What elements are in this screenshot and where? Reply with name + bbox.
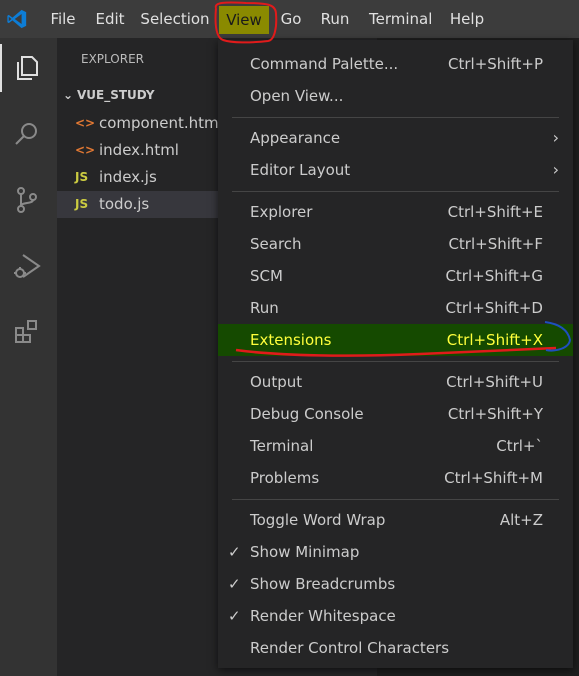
menu-item-command-palette[interactable]: Command Palette... Ctrl+Shift+P [218, 48, 573, 80]
menu-item-label: Search [250, 235, 302, 253]
menu-item-shortcut: Alt+Z [499, 511, 543, 529]
html-file-icon: <> [75, 143, 96, 157]
js-file-icon: JS [75, 170, 89, 184]
menu-item-label: Extensions [250, 331, 332, 349]
menu-item-shortcut: Ctrl+` [496, 437, 543, 455]
menu-separator [232, 499, 559, 500]
menu-run[interactable]: Run [320, 0, 350, 38]
menu-help[interactable]: Help [449, 0, 485, 38]
menu-bar: File Edit Selection View Go Run Terminal Help [0, 0, 579, 38]
menu-item-appearance[interactable]: Appearance › [218, 122, 573, 154]
menu-item-shortcut: Ctrl+Shift+F [448, 235, 543, 253]
menu-item-shortcut: Ctrl+Shift+X [446, 331, 543, 349]
run-debug-icon [14, 254, 41, 278]
menu-separator [232, 191, 559, 192]
activity-bar [0, 38, 57, 676]
menu-go[interactable]: Go [280, 0, 302, 38]
file-name: index.html [99, 141, 179, 159]
chevron-right-icon: › [552, 160, 559, 179]
explorer-icon [17, 56, 38, 80]
menu-item-search[interactable]: Search Ctrl+Shift+F [218, 228, 573, 260]
menu-item-label: Editor Layout [250, 161, 351, 179]
menu-item-show-minimap[interactable]: ✓ Show Minimap [218, 536, 573, 568]
menu-item-shortcut: Ctrl+Shift+U [446, 373, 543, 391]
menu-item-run[interactable]: Run Ctrl+Shift+D [218, 292, 573, 324]
checkmark-icon: ✓ [228, 607, 241, 625]
menu-item-label: Render Whitespace [250, 607, 396, 625]
extensions-icon [15, 320, 37, 343]
menu-item-shortcut: Ctrl+Shift+G [445, 267, 543, 285]
menu-item-label: Toggle Word Wrap [250, 511, 386, 529]
menu-item-debug-console[interactable]: Debug Console Ctrl+Shift+Y [218, 398, 573, 430]
checkmark-icon: ✓ [228, 543, 241, 561]
search-icon [15, 123, 37, 145]
menu-item-shortcut: Ctrl+Shift+D [445, 299, 543, 317]
view-menu-dropdown: Command Palette... Ctrl+Shift+P Open View.… [218, 40, 573, 668]
js-file-icon: JS [75, 197, 89, 211]
checkmark-icon: ✓ [228, 575, 241, 593]
html-file-icon: <> [75, 116, 96, 130]
menu-separator [232, 117, 559, 118]
chevron-right-icon: › [552, 128, 559, 147]
menu-item-shortcut: Ctrl+Shift+Y [447, 405, 543, 423]
menu-item-label: Render Control Characters [250, 639, 450, 657]
menu-item-label: Run [250, 299, 279, 317]
menu-item-scm[interactable]: SCM Ctrl+Shift+G [218, 260, 573, 292]
menu-item-toggle-word-wrap[interactable]: Toggle Word Wrap Alt+Z [218, 504, 573, 536]
active-indicator [0, 44, 2, 92]
menu-selection[interactable]: Selection [140, 0, 210, 38]
activity-explorer[interactable] [0, 44, 57, 92]
menu-item-render-control-characters[interactable]: Render Control Characters [218, 632, 573, 664]
folder-name: VUE_STUDY [77, 88, 155, 102]
menu-separator [232, 361, 559, 362]
menu-item-label: Explorer [250, 203, 313, 221]
menu-item-label: Output [250, 373, 303, 391]
file-name: index.js [99, 168, 157, 186]
menu-view[interactable]: View [219, 6, 269, 34]
source-control-icon [17, 187, 37, 213]
menu-item-label: Problems [250, 469, 320, 487]
file-name: todo.js [99, 195, 150, 213]
activity-search[interactable] [0, 110, 57, 158]
activity-source-control[interactable] [0, 176, 57, 224]
menu-file[interactable]: File [48, 0, 78, 38]
menu-item-shortcut: Ctrl+Shift+M [444, 469, 543, 487]
menu-item-terminal[interactable]: Terminal Ctrl+` [218, 430, 573, 462]
menu-item-label: Debug Console [250, 405, 364, 423]
menu-terminal[interactable]: Terminal [369, 0, 432, 38]
folder-vue-study[interactable]: ⌄ VUE_STUDY [63, 88, 155, 102]
menu-item-show-breadcrumbs[interactable]: ✓ Show Breadcrumbs [218, 568, 573, 600]
chevron-down-icon: ⌄ [63, 88, 74, 102]
menu-item-problems[interactable]: Problems Ctrl+Shift+M [218, 462, 573, 494]
vscode-logo-icon [7, 9, 27, 29]
file-name: component.html [99, 114, 223, 132]
menu-item-label: Terminal [250, 437, 314, 455]
menu-item-label: Open View... [250, 87, 344, 105]
menu-item-extensions[interactable]: Extensions Ctrl+Shift+X [218, 324, 573, 356]
menu-item-label: Command Palette... [250, 55, 399, 73]
menu-item-shortcut: Ctrl+Shift+E [447, 203, 543, 221]
menu-item-open-view[interactable]: Open View... [218, 80, 573, 112]
menu-item-label: Show Minimap [250, 543, 360, 561]
menu-edit[interactable]: Edit [93, 0, 127, 38]
menu-item-render-whitespace[interactable]: ✓ Render Whitespace [218, 600, 573, 632]
sidebar-title: EXPLORER [81, 52, 144, 66]
menu-item-label: Show Breadcrumbs [250, 575, 396, 593]
menu-item-label: Appearance [250, 129, 341, 147]
activity-extensions[interactable] [0, 308, 57, 356]
menu-item-output[interactable]: Output Ctrl+Shift+U [218, 366, 573, 398]
menu-item-label: SCM [250, 267, 283, 285]
menu-item-explorer[interactable]: Explorer Ctrl+Shift+E [218, 196, 573, 228]
activity-run-debug[interactable] [0, 242, 57, 290]
menu-item-shortcut: Ctrl+Shift+P [448, 55, 543, 73]
menu-item-editor-layout[interactable]: Editor Layout › [218, 154, 573, 186]
